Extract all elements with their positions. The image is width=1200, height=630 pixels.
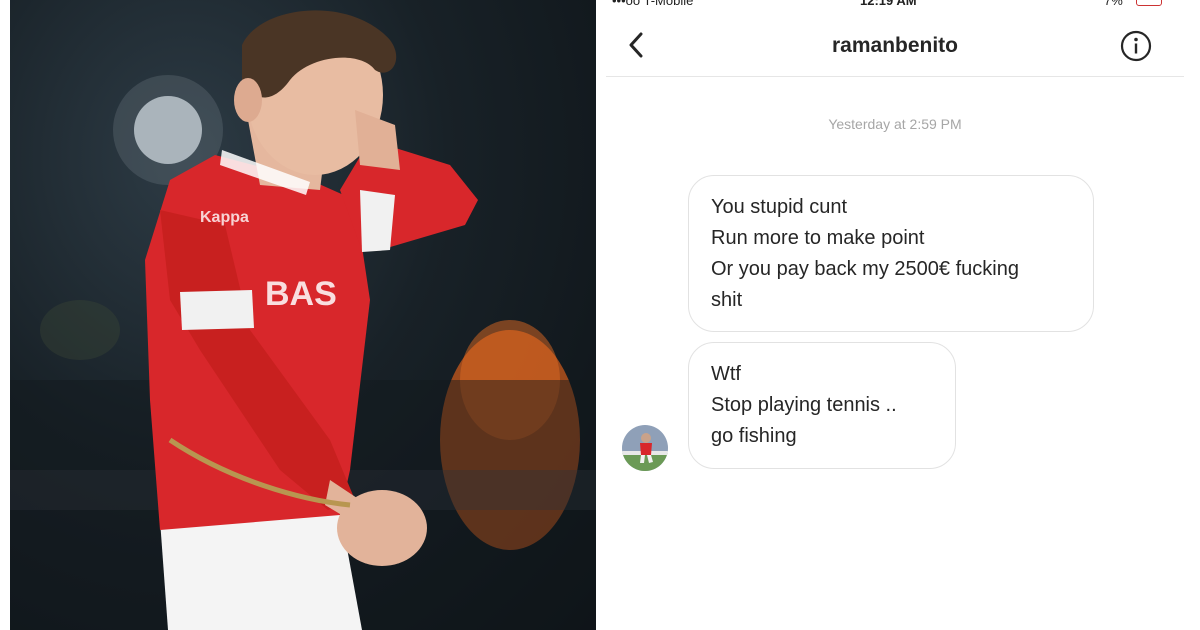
message-line: Stop playing tennis ..	[711, 394, 897, 416]
message-line: You stupid cunt	[711, 196, 848, 218]
carrier-label: •••oo T-Mobile	[612, 0, 694, 8]
message-line: go fishing	[711, 425, 797, 447]
conversation-header: ramanbenito	[606, 14, 1184, 77]
message-line: shit	[711, 289, 743, 311]
dm-screenshot: •••oo T-Mobile 12:19 AM 7% ramanbenito Y…	[606, 0, 1184, 630]
message-timestamp: Yesterday at 2:59 PM	[828, 116, 962, 132]
avatar-image	[622, 425, 668, 471]
message-bubble[interactable]: Wtf Stop playing tennis .. go fishing	[688, 342, 956, 469]
sender-avatar[interactable]	[622, 425, 668, 471]
message-line: Run more to make point	[711, 227, 925, 249]
jersey-brand-text: Kappa	[200, 209, 249, 226]
info-icon[interactable]	[1120, 30, 1152, 62]
jersey-sponsor-text: BAS	[265, 275, 337, 313]
player-illustration: BAS Kappa	[10, 10, 596, 630]
battery-percent: 7%	[1104, 0, 1123, 8]
message-bubble[interactable]: You stupid cunt Run more to make point O…	[688, 175, 1094, 332]
player-photo: BAS Kappa	[10, 0, 596, 630]
message-line: Wtf	[711, 363, 741, 385]
status-bar: •••oo T-Mobile 12:19 AM 7%	[606, 0, 1184, 10]
conversation-username[interactable]: ramanbenito	[606, 34, 1184, 58]
message-line: Or you pay back my 2500€ fucking	[711, 258, 1019, 280]
clock-label: 12:19 AM	[860, 0, 917, 8]
battery-icon	[1136, 0, 1162, 6]
